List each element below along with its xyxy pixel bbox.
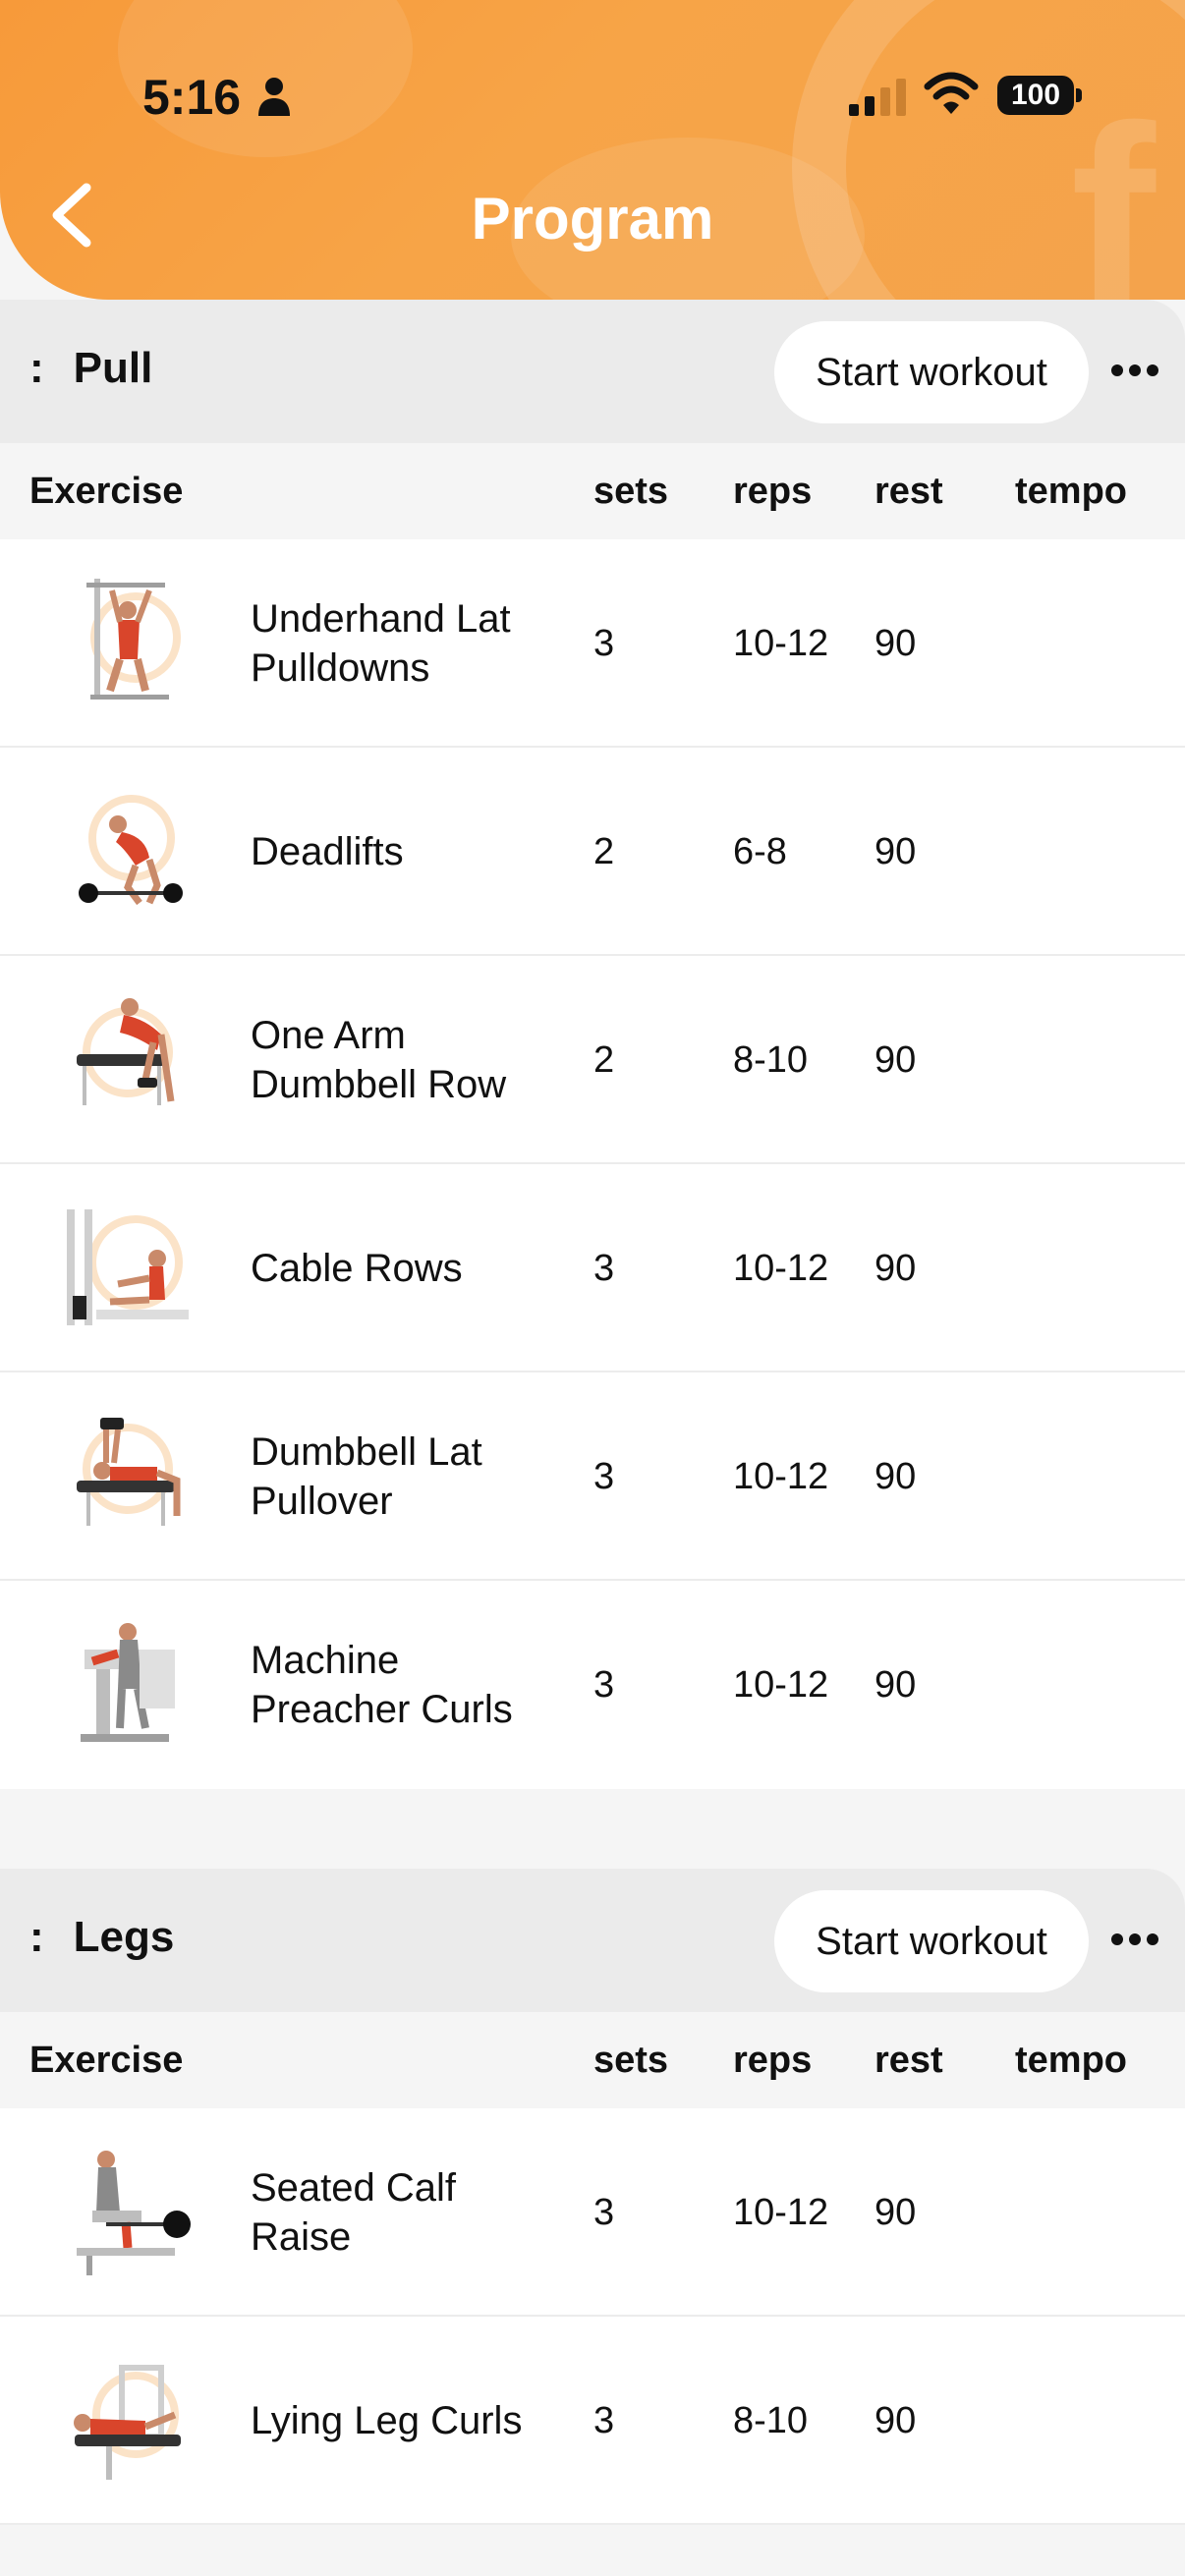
start-workout-button[interactable]: Start workout xyxy=(774,321,1089,423)
exercise-sets: 3 xyxy=(593,2192,615,2233)
battery-nub xyxy=(1076,88,1082,102)
dumbbell-row-thumbnail xyxy=(77,998,175,1105)
exercise-name: Dumbbell Lat Pullover xyxy=(251,1430,482,1523)
app-header: f 5:16 100 Program xyxy=(0,0,1185,300)
dumbbell-pullover-thumbnail xyxy=(77,1418,181,1526)
wifi-icon xyxy=(924,72,979,114)
section-title-text: Pull xyxy=(73,344,153,392)
cellular-signal-icon xyxy=(849,79,906,116)
exercise-name: Deadlifts xyxy=(251,830,404,873)
start-workout-button[interactable]: Start workout xyxy=(774,1890,1089,1992)
battery-level: 100 xyxy=(997,76,1074,115)
exercise-name: Lying Leg Curls xyxy=(251,2399,523,2442)
column-tempo: tempo xyxy=(1015,2040,1127,2081)
person-icon xyxy=(258,78,290,116)
exercise-row[interactable]: Machine Preacher Curls 3 10-12 90 xyxy=(0,1581,1185,1789)
seated-calf-raise-thumbnail xyxy=(77,2151,191,2275)
exercise-rest: 90 xyxy=(875,831,917,872)
column-rest: rest xyxy=(875,2040,943,2081)
exercise-name: Machine Preacher Curls xyxy=(251,1639,513,1731)
exercise-name: Underhand Lat Pulldowns xyxy=(251,597,511,690)
column-sets: sets xyxy=(593,471,669,512)
exercise-sets: 3 xyxy=(593,623,615,664)
lat-pulldown-thumbnail xyxy=(86,579,181,700)
exercise-rest: 90 xyxy=(875,1039,917,1081)
exercise-reps: 10-12 xyxy=(733,1664,829,1706)
exercise-row[interactable]: Seated Calf Raise 3 10-12 90 xyxy=(0,2108,1185,2317)
section-header: : Pull Start workout xyxy=(0,300,1185,443)
exercise-sets: 2 xyxy=(593,831,615,872)
status-time: 5:16 xyxy=(142,70,242,125)
exercise-name: Seated Calf Raise xyxy=(251,2166,457,2259)
exercise-sets: 2 xyxy=(593,1039,615,1081)
exercise-reps: 10-12 xyxy=(733,623,829,664)
column-tempo: tempo xyxy=(1015,471,1127,512)
exercise-name: Cable Rows xyxy=(251,1247,463,1290)
exercise-sets: 3 xyxy=(593,1248,615,1289)
exercise-reps: 10-12 xyxy=(733,1456,829,1497)
exercise-sets: 3 xyxy=(593,2400,615,2441)
exercise-reps: 6-8 xyxy=(733,831,787,872)
exercise-rest: 90 xyxy=(875,1664,917,1706)
battery-indicator: 100 xyxy=(997,76,1082,115)
exercise-reps: 8-10 xyxy=(733,1039,809,1081)
section-header: : Legs Start workout xyxy=(0,1869,1185,2012)
exercise-name: One Arm Dumbbell Row xyxy=(251,1014,507,1106)
page-title: Program xyxy=(471,186,714,252)
exercise-row[interactable]: Deadlifts 2 6-8 90 xyxy=(0,748,1185,956)
exercise-reps: 10-12 xyxy=(733,1248,829,1289)
exercise-row[interactable]: Underhand Lat Pulldowns 3 10-12 90 xyxy=(0,539,1185,748)
table-header: Exercise sets reps rest tempo xyxy=(0,443,1185,539)
exercise-rest: 90 xyxy=(875,1456,917,1497)
column-exercise: Exercise xyxy=(29,2040,184,2081)
exercise-sets: 3 xyxy=(593,1664,615,1706)
column-sets: sets xyxy=(593,2040,669,2081)
exercise-rest: 90 xyxy=(875,2192,917,2233)
exercise-row[interactable]: Lying Leg Curls 3 8-10 90 xyxy=(0,2317,1185,2525)
exercise-reps: 10-12 xyxy=(733,2192,829,2233)
column-reps: reps xyxy=(733,2040,813,2081)
exercise-rest: 90 xyxy=(875,2400,917,2441)
exercise-sets: 3 xyxy=(593,1456,615,1497)
column-reps: reps xyxy=(733,471,813,512)
lying-leg-curl-thumbnail xyxy=(74,2365,181,2480)
table-header: Exercise sets reps rest tempo xyxy=(0,2012,1185,2108)
section-title-prefix: : xyxy=(29,1913,44,1961)
column-exercise: Exercise xyxy=(29,471,184,512)
section-title: : Legs xyxy=(29,1913,174,1962)
more-options-icon[interactable] xyxy=(1110,1928,1159,1951)
exercise-rest: 90 xyxy=(875,1248,917,1289)
section-title-prefix: : xyxy=(29,344,44,392)
preacher-curl-thumbnail xyxy=(81,1623,175,1742)
column-rest: rest xyxy=(875,471,943,512)
exercise-row[interactable]: Cable Rows 3 10-12 90 xyxy=(0,1164,1185,1372)
section-title: : Pull xyxy=(29,344,152,393)
exercise-row[interactable]: One Arm Dumbbell Row 2 8-10 90 xyxy=(0,956,1185,1164)
more-options-icon[interactable] xyxy=(1110,359,1159,382)
section-title-text: Legs xyxy=(73,1913,175,1961)
deadlift-thumbnail xyxy=(79,795,183,906)
cable-row-thumbnail xyxy=(67,1209,189,1325)
exercise-rest: 90 xyxy=(875,623,917,664)
exercise-row[interactable]: Dumbbell Lat Pullover 3 10-12 90 xyxy=(0,1372,1185,1581)
exercise-reps: 8-10 xyxy=(733,2400,809,2441)
